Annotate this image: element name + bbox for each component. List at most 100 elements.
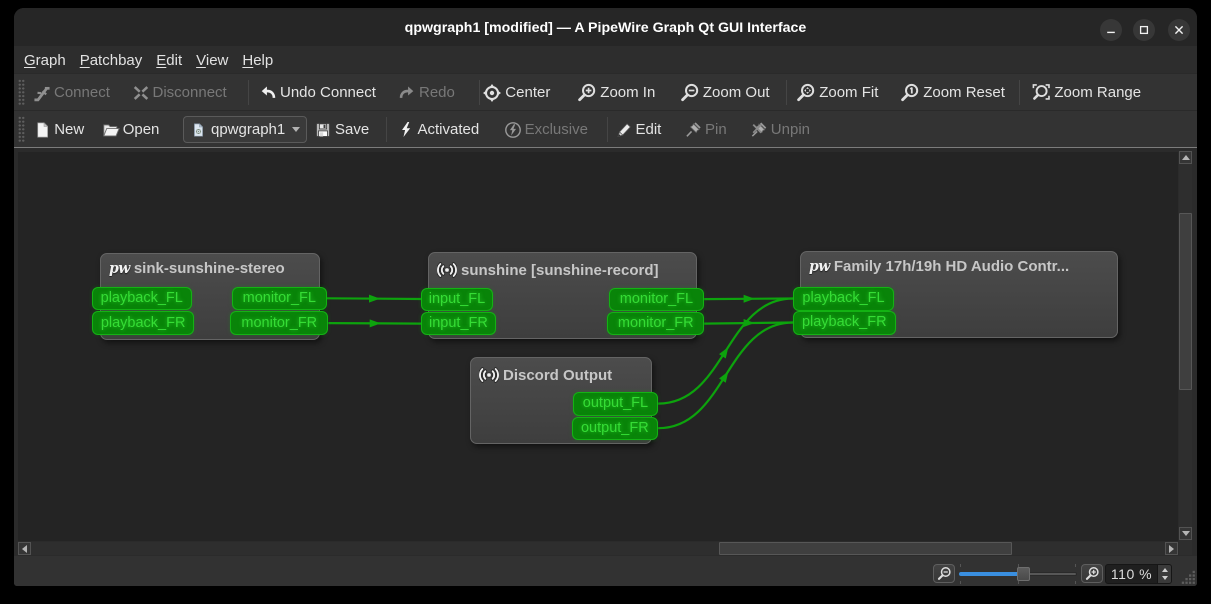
zoom-slider-handle[interactable] [1017,567,1030,581]
zoom-fit-button[interactable]: Zoom Fit [796,78,878,107]
resize-grip[interactable] [1181,570,1196,585]
zoom-in-button[interactable] [1081,564,1103,583]
toolbar-button-label: Save [335,121,369,138]
zoom-out-button[interactable] [933,564,955,583]
scroll-left-button[interactable] [18,542,31,555]
zoom-range-icon [1031,82,1051,104]
toolbar-button-label: Connect [54,84,110,101]
activated-button[interactable]: Activated [397,115,480,144]
redo-icon [398,82,416,104]
menu-help[interactable]: Help [235,51,280,69]
new-button[interactable]: New [33,115,84,144]
menu-graph[interactable]: Graph [17,51,73,69]
node-title-label: sunshine [sunshine-record] [461,262,659,279]
maximize-button[interactable] [1133,19,1155,41]
menu-edit[interactable]: Edit [149,51,189,69]
open-button[interactable]: Open [102,115,160,144]
slider-tick [1075,581,1076,584]
patchbay-select-value: qpwgraph1 [211,121,285,138]
menu-item-label: dit [166,52,182,69]
pin-icon [684,119,702,141]
menu-accel: P [80,52,90,69]
toolbar-drag-handle[interactable] [18,116,25,143]
port-monitor_FR[interactable]: monitor_FR [607,312,704,336]
toolbar-separator [248,80,249,105]
toolbar-button-label: Redo [419,84,455,101]
toolbar-button-label: Unpin [771,121,810,138]
vertical-scrollbar[interactable] [1179,151,1192,542]
horizontal-scrollbar[interactable] [18,542,1178,555]
scroll-right-button[interactable] [1165,542,1178,555]
zoom-in-icon [577,82,597,104]
app-window: qpwgraph1 [modified] — A PipeWire Graph … [14,8,1197,586]
menu-patchbay[interactable]: Patchbay [73,51,150,69]
toolbar-button-label: Pin [705,121,727,138]
connect-icon [33,82,51,104]
spin-buttons[interactable] [1157,565,1171,583]
port-playback_FR[interactable]: playback_FR [92,311,194,335]
slider-tick [960,564,961,567]
port-input_FR[interactable]: input_FR [421,312,497,336]
scrollbar-corner [1179,542,1192,555]
zoom-in-button[interactable]: Zoom In [577,78,655,107]
port-monitor_FR[interactable]: monitor_FR [230,311,328,335]
port-monitor_FL[interactable]: monitor_FL [609,288,705,312]
menu-item-label: iew [206,52,229,69]
titlebar[interactable]: qpwgraph1 [modified] — A PipeWire Graph … [14,8,1197,46]
arrow-up-icon [1182,155,1190,160]
port-output_FR[interactable]: output_FR [572,417,659,441]
port-playback_FL[interactable]: playback_FL [793,287,894,311]
pipewire-icon: pw [109,261,130,276]
port-playback_FR[interactable]: playback_FR [793,311,896,335]
toolbar-drag-handle[interactable] [18,79,25,106]
pipewire-icon: pw [809,259,830,274]
toolbar-button-label: Activated [418,121,480,138]
toolbar-button-label: Zoom Fit [819,84,878,101]
toolbar-button-label: Open [123,121,160,138]
zoom-spinbox[interactable]: 110 % [1105,564,1172,584]
toolbar-button-label: New [54,121,84,138]
zoom-out-button[interactable]: Zoom Out [680,78,770,107]
edit-icon [615,119,633,141]
disconnect-button[interactable]: Disconnect [132,78,227,107]
pin-button[interactable]: Pin [684,115,727,144]
chevron-down-icon [292,127,300,132]
spin-down-icon [1162,576,1168,580]
toolbar-button-label: Center [505,84,550,101]
scroll-down-button[interactable] [1179,527,1192,540]
port-playback_FL[interactable]: playback_FL [92,287,192,311]
connect-button[interactable]: Connect [33,78,110,107]
toolbar-separator [479,80,480,105]
node-title: pw sink-sunshine-stereo [101,254,319,277]
menu-view[interactable]: View [189,51,235,69]
zoom-out-icon [680,82,700,104]
undo-icon [259,82,277,104]
wire-arrow [370,319,381,327]
zoom-range-button[interactable]: Zoom Range [1031,78,1141,107]
redo-button[interactable]: Redo [398,78,455,107]
port-monitor_FL[interactable]: monitor_FL [232,287,327,311]
close-button[interactable] [1168,19,1190,41]
exclusive-button[interactable]: Exclusive [504,115,588,144]
toolbar-button-label: Zoom In [600,84,655,101]
scroll-up-button[interactable] [1179,151,1192,164]
save-button[interactable]: Save [314,115,369,144]
patchbay-select[interactable]: qpwgraph1 [183,116,307,143]
menu-item-label: atchbay [90,52,143,69]
toolbar-separator [386,117,387,142]
vertical-scroll-handle[interactable] [1179,213,1192,390]
center-button[interactable]: Center [482,78,550,107]
unpin-button[interactable]: Unpin [750,115,810,144]
minimize-button[interactable] [1100,19,1122,41]
zoom-reset-button[interactable]: Zoom Reset [900,78,1005,107]
edit-button[interactable]: Edit [615,115,662,144]
port-input_FL[interactable]: input_FL [421,288,494,312]
undo-connect-button[interactable]: Undo Connect [259,78,376,107]
graph-canvas[interactable]: pw sink-sunshine-stereo sunshine [sunshi… [18,152,1178,541]
port-output_FL[interactable]: output_FL [573,392,659,416]
zoom-reset-icon [900,82,920,104]
zoom-out-icon [937,566,952,581]
node-title-label: Discord Output [503,367,612,384]
horizontal-scroll-handle[interactable] [719,542,1012,555]
zoom-fit-icon [796,82,816,104]
